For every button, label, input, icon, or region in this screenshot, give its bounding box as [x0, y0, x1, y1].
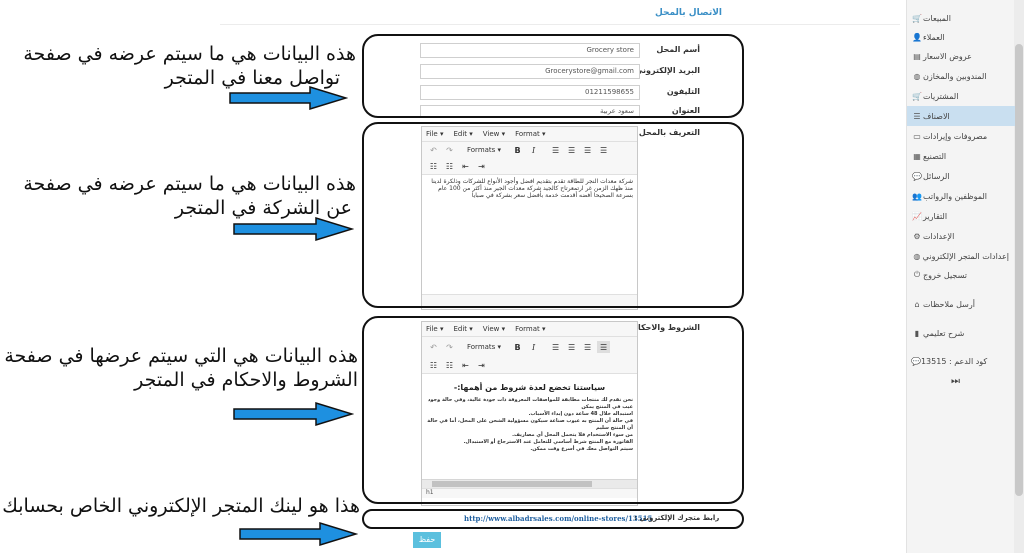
users-icon: 👥 — [912, 191, 922, 201]
annotation-about: هذه البيانات هي ما سيتم عرضه في صفحة عن … — [23, 173, 356, 219]
annotation-frame-link — [362, 509, 744, 529]
sidebar-item-tutorial[interactable]: ▮ شرح تعليمي — [907, 323, 1015, 343]
globe-icon: ◍ — [913, 251, 921, 261]
sidebar-item-reps-warehouses[interactable]: ◍ المندوبين والمخازن — [907, 66, 1015, 86]
user-icon: 👤 — [912, 32, 922, 42]
sidebar-item-purchases[interactable]: 🛒 المشتريات — [907, 86, 1015, 106]
scrollbar-thumb[interactable] — [1015, 44, 1023, 496]
collapse-sidebar-button[interactable]: ⏭ — [951, 376, 960, 387]
chart-icon: 📈 — [912, 211, 922, 221]
arrow-right-icon — [233, 217, 354, 241]
annotation-terms: هذه البيانات هي التي سيتم عرضها في صفحة … — [4, 345, 358, 391]
list-icon: ☰ — [913, 111, 921, 121]
sidebar-item-items[interactable]: ☰ الاصناف — [907, 106, 1015, 126]
sidebar-item-sales[interactable]: 🛒 المبيعات — [907, 8, 1015, 28]
arrow-right-icon — [229, 86, 348, 110]
arrow-right-icon — [239, 522, 358, 546]
sidebar-item-quotes[interactable]: ▤ عروض الاسعار — [907, 46, 1015, 66]
sidebar-item-reports[interactable]: 📈 التقارير — [907, 206, 1015, 226]
sidebar-item-messages[interactable]: 💬 الرسائل — [907, 166, 1015, 186]
cart-icon: 🛒 — [912, 91, 922, 101]
support-code: 💬 كود الدعم : 13515 — [911, 357, 988, 366]
gear-icon: ⚙ — [913, 231, 921, 241]
list-icon: ▤ — [913, 51, 921, 61]
annotation-frame-terms — [362, 316, 744, 504]
power-icon: ⏻ — [913, 270, 921, 279]
sidebar-item-employees-salaries[interactable]: 👥 الموظفين والرواتب — [907, 186, 1015, 206]
cart-icon: 🛒 — [912, 13, 922, 23]
sidebar-item-logout[interactable]: ⏻ تسجيل خروج — [907, 265, 1015, 285]
annotation-link: هذا هو لينك المتجر الإلكتروني الخاص بحسا… — [2, 495, 360, 517]
sidebar-scrollbar[interactable] — [1014, 0, 1024, 553]
annotation-contact: هذه البيانات هي ما سيتم عرضه في صفحة توا… — [23, 43, 356, 89]
page-title: الاتصال بالمحل — [654, 8, 722, 18]
save-button[interactable]: حفظ — [413, 532, 441, 548]
sidebar-item-online-store-settings[interactable]: ◍ إعدادات المتجر الإلكتروني — [907, 246, 1015, 266]
sidebar-item-customers[interactable]: 👤 العملاء — [907, 27, 1015, 47]
home-icon: ⌂ — [914, 299, 920, 309]
sidebar-item-expenses-revenues[interactable]: ▭ مصروفات وإيرادات — [907, 126, 1015, 146]
book-icon: ▮ — [914, 328, 920, 338]
fast-forward-icon: ⏭ — [951, 376, 960, 387]
annotation-frame-about — [362, 122, 744, 308]
annotation-frame-contact — [362, 34, 744, 118]
sidebar-item-manufacturing[interactable]: ▦ التصنيع — [907, 146, 1015, 166]
arrow-right-icon — [233, 402, 354, 426]
title-divider — [220, 24, 900, 25]
globe-icon: ◍ — [913, 71, 921, 81]
factory-icon: ▦ — [913, 151, 921, 161]
sidebar-item-feedback[interactable]: ⌂ أرسل ملاحظات — [907, 294, 1015, 314]
sidebar-item-settings[interactable]: ⚙ الإعدادات — [907, 226, 1015, 246]
chat-icon: 💬 — [911, 357, 921, 366]
sidebar: 🛒 المبيعات 👤 العملاء ▤ عروض الاسعار ◍ المندو… — [906, 0, 1024, 553]
cash-icon: ▭ — [913, 131, 921, 141]
chat-icon: 💬 — [912, 171, 922, 181]
